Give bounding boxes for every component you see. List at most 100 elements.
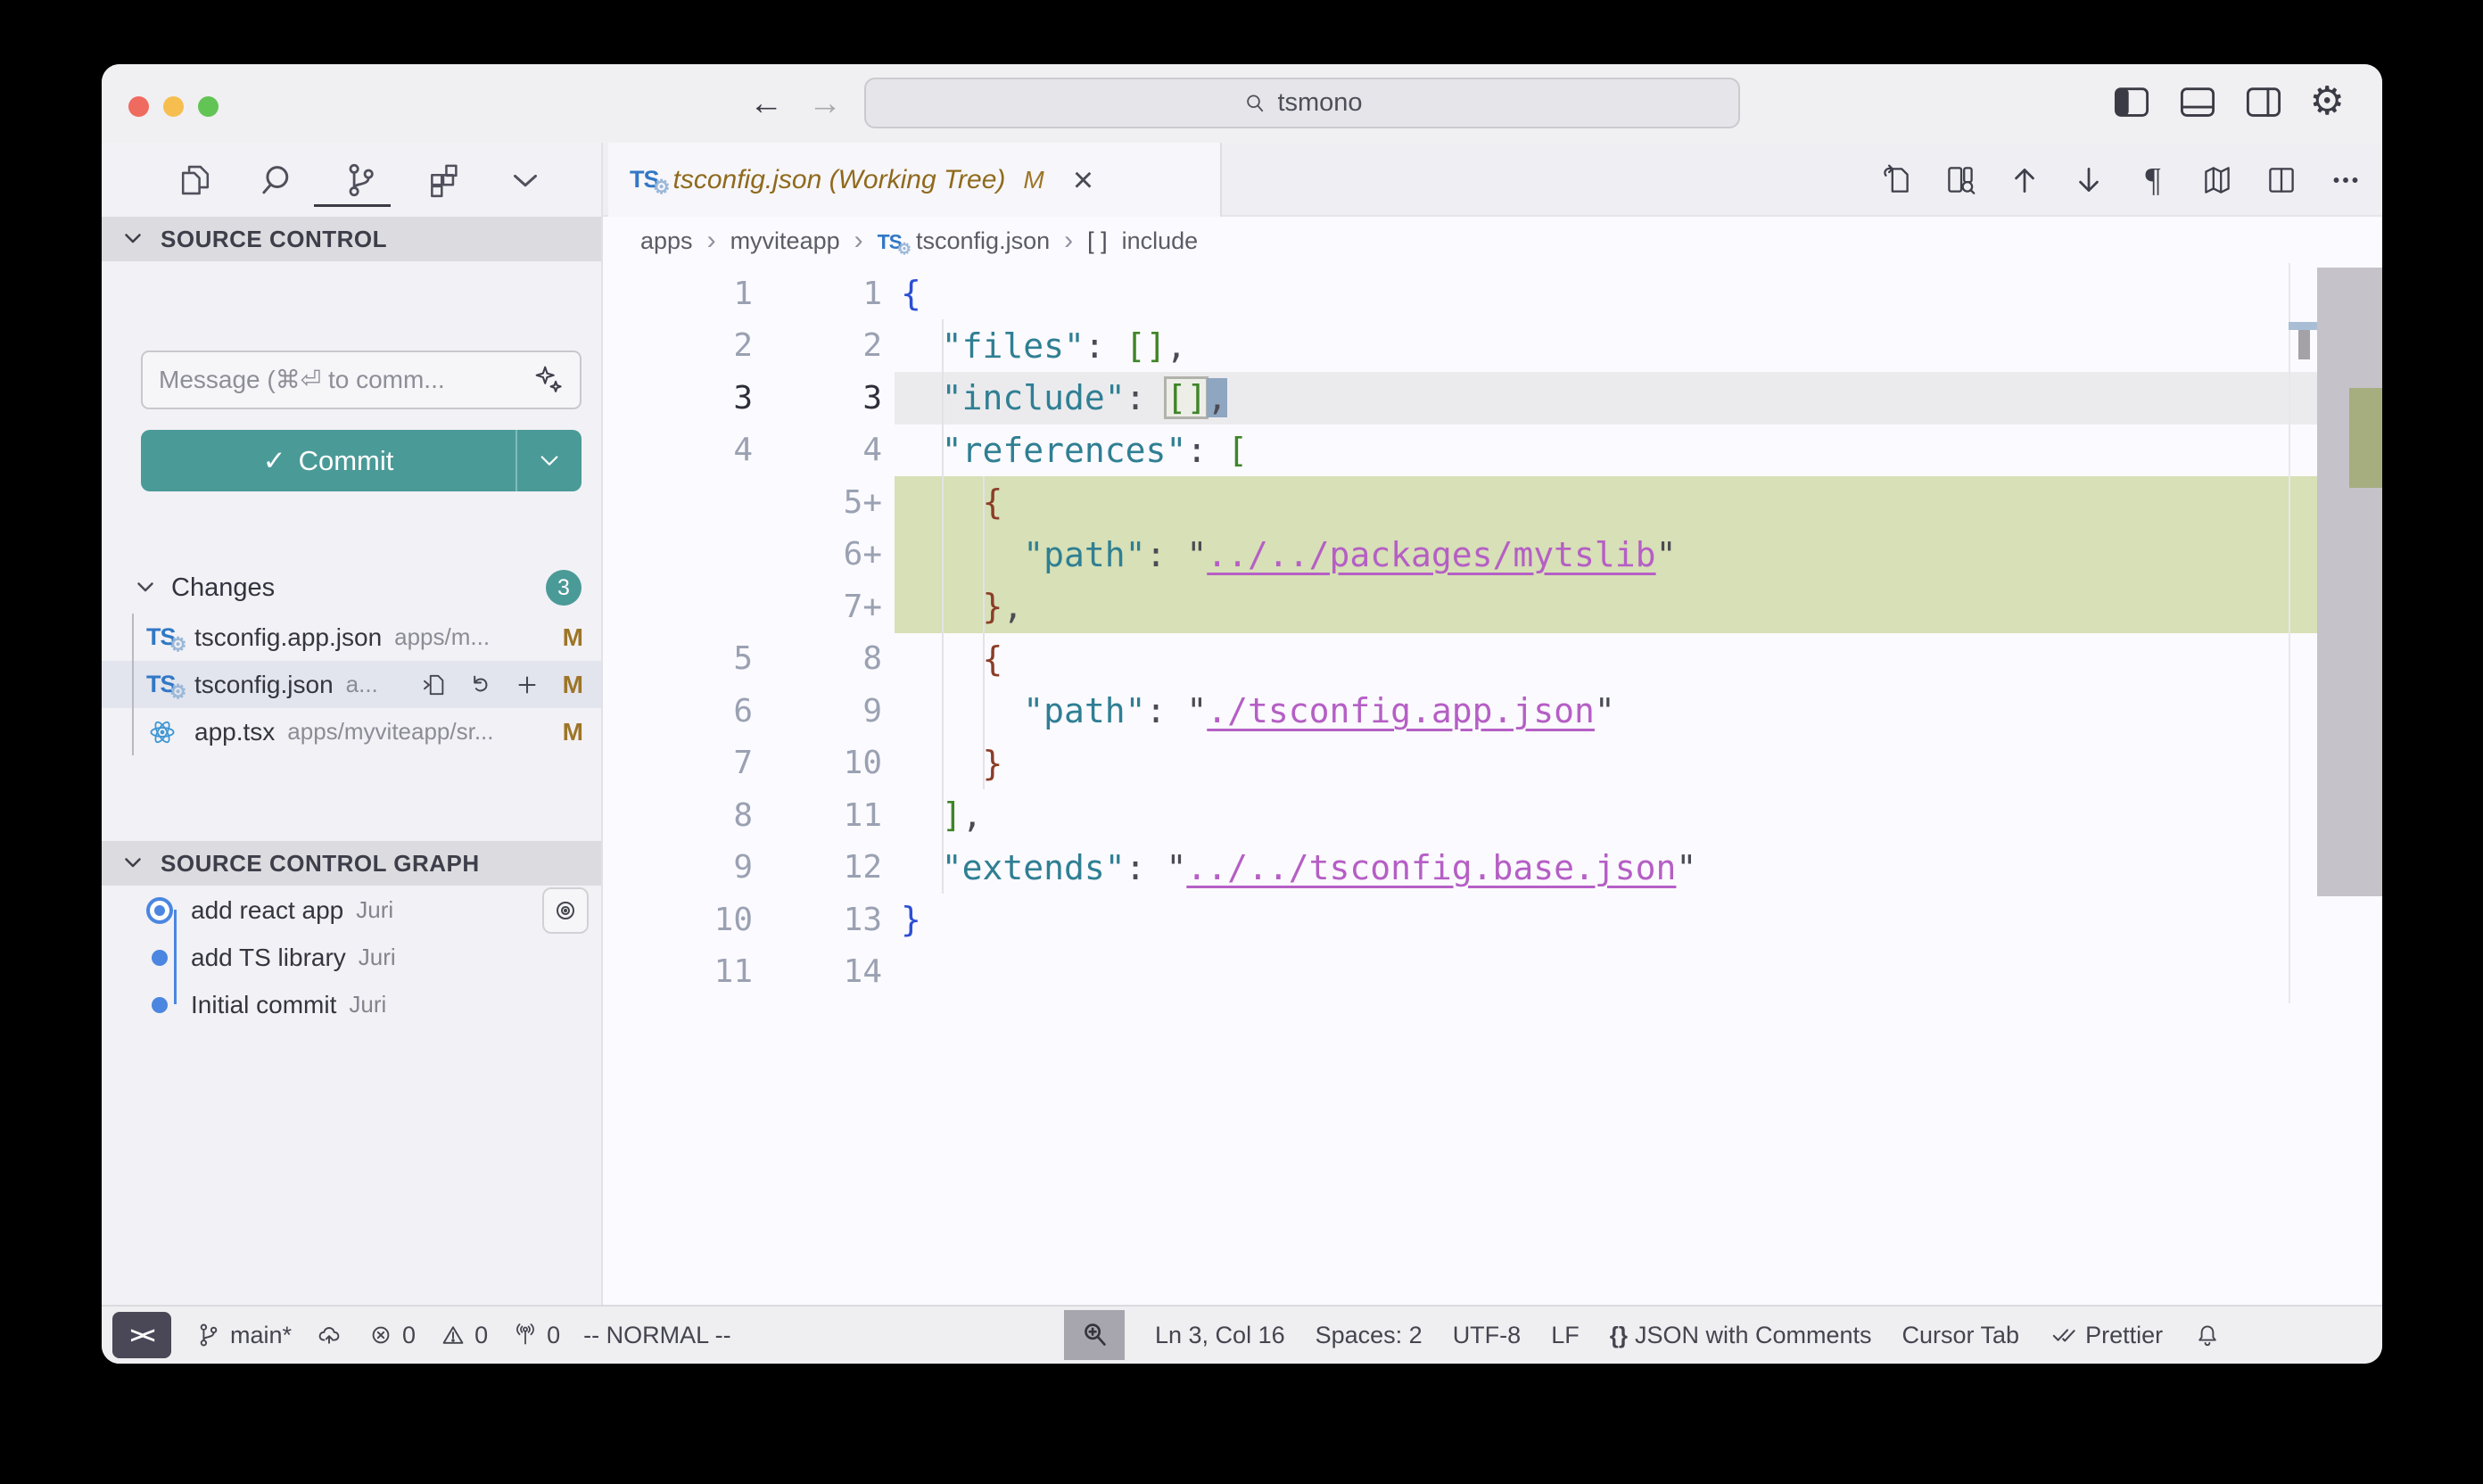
split-editor-icon[interactable] bbox=[2263, 161, 2300, 199]
code-line[interactable]: 811 ], bbox=[603, 789, 2382, 842]
minimize-window-button[interactable] bbox=[163, 96, 184, 117]
zoom-window-button[interactable] bbox=[198, 96, 219, 117]
source-control-header[interactable]: SOURCE CONTROL bbox=[102, 217, 601, 261]
activity-source-control-icon[interactable] bbox=[340, 160, 381, 201]
close-window-button[interactable] bbox=[128, 96, 149, 117]
toggle-left-panel-icon[interactable] bbox=[2112, 82, 2151, 121]
command-center-search[interactable]: tsmono bbox=[864, 78, 1740, 128]
commit-message-input[interactable] bbox=[157, 365, 532, 395]
code-token: } bbox=[901, 900, 921, 939]
stage-changes-icon[interactable] bbox=[512, 670, 542, 700]
code-line[interactable]: 1114 bbox=[603, 946, 2382, 999]
status-item-zoom-lens[interactable] bbox=[1064, 1310, 1125, 1360]
code-line[interactable]: 7+ }, bbox=[603, 581, 2382, 633]
status-item--normal-[interactable]: -- NORMAL -- bbox=[583, 1322, 730, 1349]
status-item-utf-8[interactable]: UTF-8 bbox=[1453, 1322, 1522, 1349]
next-change-icon[interactable] bbox=[2070, 161, 2108, 199]
status-item-double-check[interactable]: Prettier bbox=[2050, 1321, 2163, 1349]
vertical-scrollbar[interactable] bbox=[2317, 268, 2382, 896]
commit-button[interactable]: ✓ Commit bbox=[141, 430, 516, 491]
commit-button-group: ✓ Commit bbox=[141, 430, 582, 491]
status-text: Cursor Tab bbox=[1902, 1322, 2020, 1349]
line-number-gutter: 912 bbox=[603, 842, 895, 895]
status-item-lf[interactable]: LF bbox=[1551, 1322, 1580, 1349]
breadcrumb-item[interactable]: apps bbox=[640, 227, 693, 255]
activity-extensions-icon[interactable] bbox=[423, 160, 464, 201]
code-editor[interactable]: 11{22 "files": [],33 "include": [],44 "r… bbox=[603, 263, 2382, 1305]
status-item-cursor-tab[interactable]: Cursor Tab bbox=[1902, 1322, 2020, 1349]
code-token: : bbox=[1126, 848, 1146, 887]
changed-file-row[interactable]: TS⚙tsconfig.app.jsonapps/m...M bbox=[102, 614, 601, 661]
status-item-ports[interactable]: 0 bbox=[511, 1321, 560, 1349]
more-actions-icon[interactable] bbox=[2327, 161, 2364, 199]
status-item-curly[interactable]: {}JSON with Comments bbox=[1610, 1322, 1872, 1349]
code-line[interactable]: 1013} bbox=[603, 894, 2382, 946]
navigate-back-button[interactable]: ← bbox=[749, 86, 783, 121]
close-tab-button[interactable]: × bbox=[1073, 162, 1093, 198]
status-text: Ln 3, Col 16 bbox=[1155, 1322, 1285, 1349]
changed-file-row[interactable]: app.tsxapps/myviteapp/sr...M bbox=[102, 708, 601, 755]
changes-section-header[interactable]: Changes 3 bbox=[102, 564, 601, 612]
status-item-spaces-2[interactable]: Spaces: 2 bbox=[1316, 1322, 1423, 1349]
source-control-graph-header[interactable]: SOURCE CONTROL GRAPH bbox=[102, 841, 601, 886]
commit-dropdown-button[interactable] bbox=[516, 430, 582, 491]
code-token: " bbox=[1656, 535, 1677, 574]
commit-row[interactable]: add TS libraryJuri bbox=[102, 934, 601, 981]
activity-more-icon[interactable] bbox=[505, 160, 546, 201]
code-line[interactable]: 33 "include": [], bbox=[603, 372, 2382, 425]
activity-explorer-icon[interactable] bbox=[175, 160, 216, 201]
breadcrumb-separator: › bbox=[1064, 226, 1073, 256]
code-line[interactable]: 44 "references": [ bbox=[603, 425, 2382, 477]
settings-gear-icon[interactable]: ⚙ bbox=[2310, 82, 2345, 121]
code-line[interactable]: 5+ { bbox=[603, 476, 2382, 529]
activity-search-icon[interactable] bbox=[258, 160, 299, 201]
code-line[interactable]: 11{ bbox=[603, 268, 2382, 320]
previous-change-icon[interactable] bbox=[2006, 161, 2043, 199]
map-icon[interactable] bbox=[2198, 161, 2236, 199]
code-line[interactable]: 6+ "path": "../../packages/mytslib" bbox=[603, 529, 2382, 581]
breadcrumb-item[interactable]: myviteapp bbox=[730, 227, 840, 255]
double-check-icon bbox=[2050, 1321, 2078, 1349]
discard-changes-icon[interactable] bbox=[466, 670, 496, 700]
goto-head-button[interactable] bbox=[542, 887, 589, 934]
code-token bbox=[901, 535, 1023, 574]
code-token bbox=[901, 691, 1023, 730]
status-text: 0 bbox=[474, 1322, 488, 1349]
pilcrow-icon[interactable]: ¶ bbox=[2134, 161, 2172, 199]
changed-file-row[interactable]: TS⚙tsconfig.jsona...M bbox=[102, 661, 601, 708]
commit-row[interactable]: Initial commitJuri bbox=[102, 981, 601, 1028]
toggle-right-panel-icon[interactable] bbox=[2244, 82, 2283, 121]
breadcrumb-item[interactable]: include bbox=[1122, 227, 1199, 255]
tab-tsconfig-working-tree[interactable]: TS⚙ tsconfig.json (Working Tree) M × bbox=[608, 143, 1222, 217]
old-line-number: 11 bbox=[603, 953, 753, 990]
sparkle-icon[interactable] bbox=[532, 363, 565, 397]
code-line[interactable]: 22 "files": [], bbox=[603, 320, 2382, 373]
code-line-content: { bbox=[895, 476, 2317, 529]
status-item-ln-3-col-16[interactable]: Ln 3, Col 16 bbox=[1155, 1322, 1285, 1349]
line-number-gutter: 710 bbox=[603, 738, 895, 790]
status-item-bell[interactable] bbox=[2193, 1321, 2222, 1349]
navigate-forward-button[interactable]: → bbox=[808, 86, 842, 121]
commit-row[interactable]: add react appJuri bbox=[102, 886, 601, 934]
status-item-branch[interactable]: main* bbox=[194, 1321, 292, 1349]
status-item-error[interactable]: 0 bbox=[367, 1321, 416, 1349]
titlebar-layout-icons: ⚙ bbox=[2112, 82, 2345, 121]
code-token: " bbox=[1166, 848, 1186, 887]
code-token: , bbox=[962, 796, 983, 835]
graph-title: SOURCE CONTROL GRAPH bbox=[161, 850, 480, 878]
code-line[interactable]: 710 } bbox=[603, 738, 2382, 790]
breadcrumb-item[interactable]: tsconfig.json bbox=[916, 227, 1050, 255]
open-changes-icon[interactable] bbox=[1877, 161, 1915, 199]
new-line-number: 10 bbox=[753, 745, 895, 781]
toggle-bottom-panel-icon[interactable] bbox=[2178, 82, 2217, 121]
sidebar: SOURCE CONTROL ✓ Commit bbox=[102, 143, 603, 1305]
code-line[interactable]: 912 "extends": "../../tsconfig.base.json… bbox=[603, 842, 2382, 895]
tree-indent-guide bbox=[132, 661, 134, 708]
code-line[interactable]: 58 { bbox=[603, 633, 2382, 686]
code-line[interactable]: 69 "path": "./tsconfig.app.json" bbox=[603, 685, 2382, 738]
status-item-remote[interactable]: >< bbox=[112, 1312, 171, 1358]
status-item-warning[interactable]: 0 bbox=[439, 1321, 488, 1349]
status-item-cloud-upload[interactable] bbox=[315, 1321, 343, 1349]
find-in-file-icon[interactable] bbox=[1942, 161, 1979, 199]
open-file-icon[interactable] bbox=[419, 670, 450, 700]
